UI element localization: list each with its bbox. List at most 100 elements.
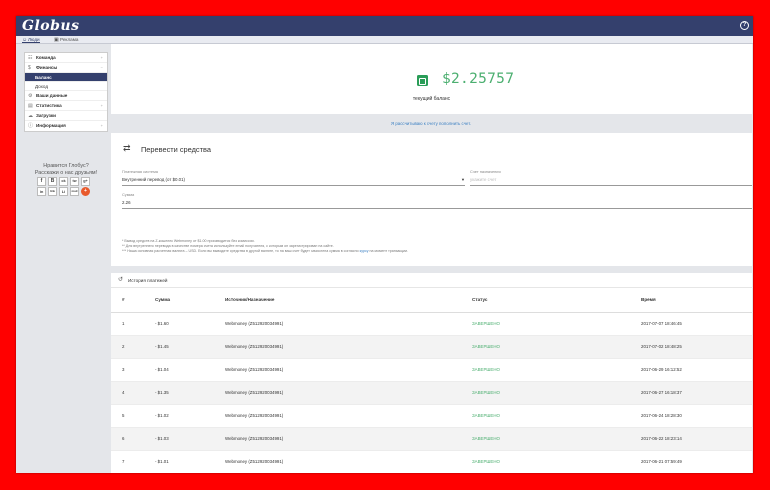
info-icon: ⓘ bbox=[28, 123, 34, 129]
row-number: 2 bbox=[111, 335, 155, 359]
amount-input[interactable]: 2.26 bbox=[122, 200, 131, 205]
vk-icon[interactable]: B bbox=[48, 177, 57, 186]
link-icon[interactable]: link bbox=[48, 187, 57, 196]
account-underline bbox=[470, 185, 752, 186]
tab-label: Реклама bbox=[60, 37, 79, 42]
twitter-icon[interactable]: tw bbox=[70, 177, 79, 186]
transfer-card: ⇄ Перевести средства Платежная система В… bbox=[111, 133, 752, 266]
top-bar: Globus ? bbox=[16, 16, 753, 36]
row-destination: Webmoney (Z512920034991) bbox=[225, 450, 472, 473]
column-header: # bbox=[111, 288, 155, 313]
table-header-row: # Сумма Источник/Назначение Статус Время bbox=[111, 288, 752, 313]
method-select[interactable]: Внутренний перевод (от $0.01) bbox=[122, 177, 185, 182]
table-row: 3- $1.04 Webmoney (Z512920034991) ЗАВЕРШЕН… bbox=[111, 358, 752, 382]
row-number: 6 bbox=[111, 427, 155, 451]
sidebar-item-label: Финансы bbox=[36, 65, 58, 70]
note-3-tail: на момент транзакции. bbox=[368, 249, 409, 253]
row-destination: Webmoney (Z512920034991) bbox=[225, 358, 472, 382]
row-amount: - $1.04 bbox=[155, 358, 225, 382]
sidebar: ☷ Команда + $ Финансы − Баланс Доход ⚙ Ваши д… bbox=[16, 44, 109, 473]
stats-icon: ▤ bbox=[28, 103, 33, 109]
person-icon: ☺ bbox=[22, 37, 28, 43]
livejournal-icon[interactable]: Li bbox=[59, 187, 68, 196]
row-destination: Webmoney (Z512920034991) bbox=[225, 404, 472, 428]
facebook-icon[interactable]: f bbox=[37, 177, 46, 186]
transfer-title: Перевести средства bbox=[141, 145, 211, 154]
team-icon: ☷ bbox=[28, 55, 33, 61]
method-label: Платежная система bbox=[122, 169, 158, 174]
table-row: 2- $1.45 Webmoney (Z512920034991) ЗАВЕРШЕН… bbox=[111, 335, 752, 359]
sidebar-item-downloads[interactable]: ☁ Загрузки bbox=[25, 111, 107, 121]
sidebar-item-label: Ваши данные bbox=[36, 93, 68, 98]
google-plus-icon[interactable]: g+ bbox=[81, 177, 90, 186]
row-status: ЗАВЕРШЕНО bbox=[472, 335, 641, 359]
row-time: 2017-06-22 18:23:14 bbox=[641, 427, 752, 451]
row-number: 3 bbox=[111, 358, 155, 382]
sidebar-item-income[interactable]: Доход bbox=[25, 82, 107, 91]
wallet-icon bbox=[417, 75, 428, 86]
sidebar-item-label: Статистика bbox=[36, 103, 62, 108]
row-destination: Webmoney (Z512920034991) bbox=[225, 335, 472, 359]
row-amount: - $1.35 bbox=[155, 381, 225, 405]
sidebar-menu: ☷ Команда + $ Финансы − Баланс Доход ⚙ Ваши д… bbox=[24, 52, 108, 132]
cloud-icon: ☁ bbox=[28, 113, 33, 119]
transfer-arrows-icon: ⇄ bbox=[123, 143, 131, 153]
table-row: 4- $1.35 Webmoney (Z512920034991) ЗАВЕРШЕН… bbox=[111, 381, 752, 405]
row-time: 2017-06-24 18:28:30 bbox=[641, 404, 752, 428]
question-circle-icon[interactable]: ? bbox=[740, 21, 749, 30]
row-number: 7 bbox=[111, 450, 155, 473]
table-row: 6- $1.03 Webmoney (Z512920034991) ЗАВЕРШЕН… bbox=[111, 427, 752, 451]
tab-label: Люди bbox=[28, 37, 40, 42]
share-title: Нравится Глобус? Расскажи о нас друзьям! bbox=[34, 163, 98, 176]
row-time: 2017-07-07 18:46:45 bbox=[641, 312, 752, 336]
collapse-icon: − bbox=[100, 65, 103, 70]
tab-people[interactable]: ☺ Люди bbox=[22, 37, 40, 43]
row-status: ЗАВЕРШЕНО bbox=[472, 450, 641, 473]
note-1: * Вывод средств на Z-кошелек Webmoney от… bbox=[122, 239, 255, 243]
odnoklassniki-icon[interactable]: ok bbox=[59, 177, 68, 186]
note-2: ** Для внутреннего перевода в качестве н… bbox=[122, 244, 334, 248]
amount-label: Сумма bbox=[122, 192, 135, 197]
sidebar-item-label: Загрузки bbox=[36, 113, 56, 118]
account-input[interactable]: укажите счет bbox=[470, 177, 496, 182]
chevron-down-icon[interactable]: ▼ bbox=[461, 177, 465, 182]
more-share-icon[interactable]: + bbox=[81, 187, 90, 196]
sidebar-item-info[interactable]: ⓘ Информация + bbox=[25, 121, 107, 131]
ad-icon: ▣ bbox=[54, 37, 59, 43]
balance-card: $2.25757 текущий баланс bbox=[111, 44, 752, 114]
sidebar-item-your-data[interactable]: ⚙ Ваши данные bbox=[25, 91, 107, 101]
row-amount: - $1.02 bbox=[155, 404, 225, 428]
row-destination: Webmoney (Z512920034991) bbox=[225, 381, 472, 405]
sidebar-item-balance[interactable]: Баланс bbox=[25, 73, 107, 82]
linkedin-icon[interactable]: in bbox=[37, 187, 46, 196]
expand-icon: + bbox=[100, 55, 103, 60]
amount-underline bbox=[122, 208, 752, 209]
history-title: История платежей bbox=[128, 278, 168, 283]
tab-ads[interactable]: ▣ Реклама bbox=[54, 37, 78, 43]
tab-bar: ☺ Люди ▣ Реклама bbox=[16, 36, 753, 44]
globus-logo[interactable]: Globus bbox=[22, 18, 79, 34]
sidebar-item-team[interactable]: ☷ Команда + bbox=[25, 53, 107, 63]
row-destination: Webmoney (Z512920034991) bbox=[225, 312, 472, 336]
rate-link[interactable]: курсу bbox=[360, 249, 369, 253]
account-label: Счет назначения bbox=[470, 169, 501, 174]
table-row: 1- $1.60 Webmoney (Z512920034991) ЗАВЕРШЕН… bbox=[111, 312, 752, 336]
row-number: 4 bbox=[111, 381, 155, 405]
sidebar-item-finance[interactable]: $ Финансы − bbox=[25, 63, 107, 73]
table-row: 7- $1.01 Webmoney (Z512920034991) ЗАВЕРШЕН… bbox=[111, 450, 752, 473]
column-header: Источник/Назначение bbox=[225, 288, 472, 313]
column-header: Сумма bbox=[155, 288, 225, 313]
sidebar-item-statistics[interactable]: ▤ Статистика + bbox=[25, 101, 107, 111]
row-amount: - $1.01 bbox=[155, 450, 225, 473]
table-row: 5- $1.02 Webmoney (Z512920034991) ЗАВЕРШЕН… bbox=[111, 404, 752, 428]
row-amount: - $1.03 bbox=[155, 427, 225, 451]
row-status: ЗАВЕРШЕНО bbox=[472, 381, 641, 405]
row-status: ЗАВЕРШЕНО bbox=[472, 358, 641, 382]
row-status: ЗАВЕРШЕНО bbox=[472, 404, 641, 428]
history-header: ↺ История платежей bbox=[111, 273, 752, 288]
gear-icon: ⚙ bbox=[28, 93, 33, 99]
expand-icon: + bbox=[100, 103, 103, 108]
mail-icon[interactable]: mail bbox=[70, 187, 79, 196]
replenish-link[interactable]: Я рассчитываю к счету пополнить счет. bbox=[109, 121, 753, 126]
history-icon: ↺ bbox=[118, 277, 124, 283]
